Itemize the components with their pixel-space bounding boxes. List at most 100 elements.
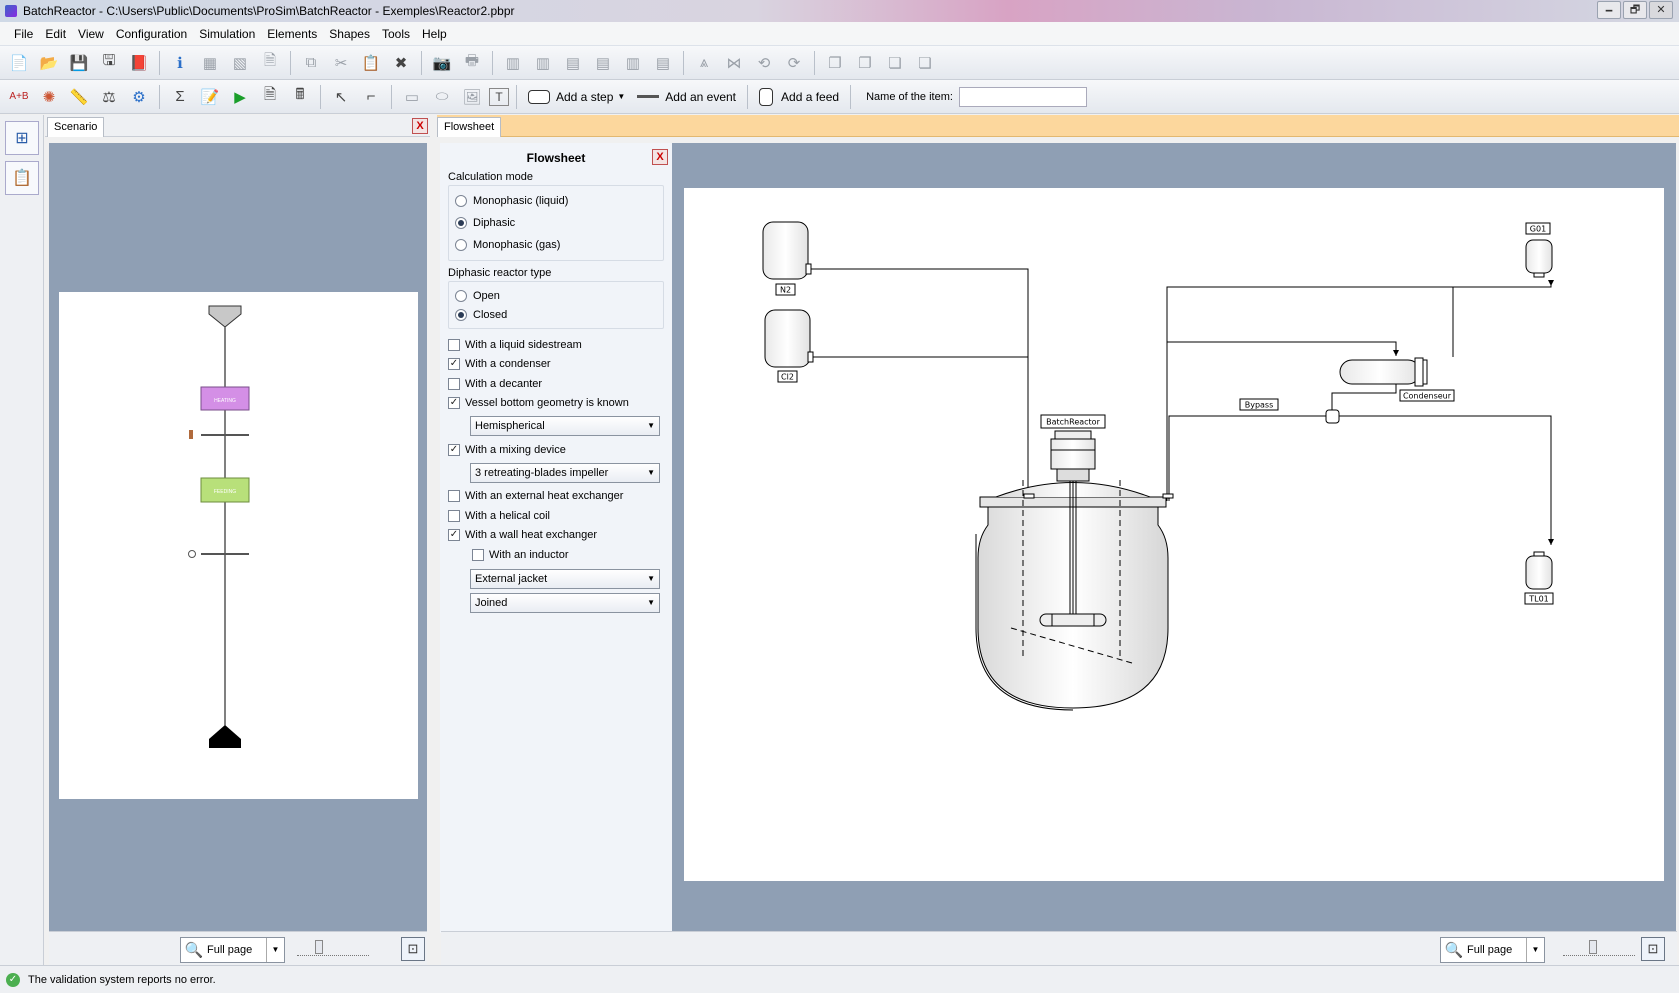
event-bar[interactable] — [201, 434, 249, 436]
flip-vertical-icon[interactable]: ⩓ — [691, 50, 717, 76]
checkbox-box[interactable] — [472, 548, 484, 561]
checkbox-box[interactable] — [448, 509, 460, 522]
check-icon[interactable]: 📝 — [197, 84, 223, 110]
radio-diphasic[interactable]: Diphasic — [455, 212, 657, 234]
info-icon[interactable]: ℹ — [167, 50, 193, 76]
item-name-input[interactable] — [958, 86, 1087, 107]
checkbox-wall-heat-exchanger[interactable]: ✓ With a wall heat exchanger — [448, 526, 672, 546]
bottom-geometry-select[interactable]: Hemispherical ▼ — [470, 416, 660, 436]
rotate-right-icon[interactable]: ⟳ — [781, 50, 807, 76]
zoom-slider-thumb[interactable] — [315, 940, 323, 954]
checkbox-box[interactable] — [448, 377, 460, 390]
compounds-icon[interactable]: A+B — [6, 84, 32, 110]
chevron-down-icon[interactable]: ▼ — [266, 938, 284, 962]
align-center-icon[interactable]: ▥ — [530, 50, 556, 76]
run-icon[interactable]: ▶ — [227, 84, 253, 110]
zoom-slider[interactable] — [1563, 940, 1635, 956]
export-icon[interactable]: 📕 — [126, 50, 152, 76]
minimize-button[interactable]: 🗕 — [1597, 1, 1621, 19]
zoom-slider[interactable] — [297, 940, 369, 956]
menu-file[interactable]: File — [8, 27, 39, 41]
checkbox-box[interactable] — [448, 490, 460, 503]
bring-forward-icon[interactable]: ❐ — [852, 50, 878, 76]
bring-front-icon[interactable]: ❐ — [822, 50, 848, 76]
flowsheet-view-icon[interactable]: ⊞ — [5, 121, 39, 155]
menu-tools[interactable]: Tools — [376, 27, 416, 41]
chevron-down-icon[interactable]: ▼ — [647, 574, 655, 583]
zoom-slider-thumb[interactable] — [1589, 940, 1597, 954]
checkbox-helical-coil[interactable]: With a helical coil — [448, 506, 672, 526]
balance-icon[interactable]: ⚖ — [96, 84, 122, 110]
impeller[interactable] — [1039, 613, 1107, 627]
thermo-icon[interactable]: ⚙ — [126, 84, 152, 110]
calculator-icon[interactable]: 🖩 — [287, 84, 313, 110]
cl2-tank[interactable] — [764, 309, 811, 368]
scenario-view-icon[interactable]: 📋 — [5, 161, 39, 195]
checkbox-box[interactable]: ✓ — [448, 397, 460, 410]
camera-icon[interactable]: 📷 — [429, 50, 455, 76]
jacket-type-select[interactable]: External jacket ▼ — [470, 568, 660, 589]
add-feed-button[interactable]: Add a feed — [759, 87, 839, 106]
checkbox-box[interactable]: ✓ — [448, 358, 460, 371]
align-bottom-icon[interactable]: ▤ — [650, 50, 676, 76]
checkbox-condenser[interactable]: ✓ With a condenser — [448, 355, 672, 375]
bypass-splitter[interactable] — [1325, 409, 1340, 424]
pointer-icon[interactable]: ↖ — [328, 84, 354, 110]
zoom-select[interactable]: 🔍 Full page ▼ — [1440, 937, 1545, 963]
chevron-down-icon[interactable]: ▼ — [617, 92, 625, 101]
send-back-icon[interactable]: ❏ — [912, 50, 938, 76]
checkbox-box[interactable]: ✓ — [448, 529, 460, 542]
radio-dot[interactable] — [455, 308, 467, 321]
properties-icon[interactable]: 🗎 — [257, 50, 283, 76]
new-file-icon[interactable]: 📄 — [6, 50, 32, 76]
tl01-tank[interactable] — [1525, 555, 1553, 590]
copy-icon[interactable]: ⧉ — [298, 50, 324, 76]
fit-to-page-icon[interactable]: ⊡ — [401, 937, 425, 961]
align-middle-icon[interactable]: ▤ — [590, 50, 616, 76]
scenario-canvas[interactable]: HEATING FEEDING — [49, 143, 427, 933]
send-backward-icon[interactable]: ❏ — [882, 50, 908, 76]
flowsheet-canvas[interactable]: N2 Cl2 G01 TL01 Condenseur Bypass BatchR… — [672, 143, 1676, 933]
checkbox-external-heat-exchanger[interactable]: With an external heat exchanger — [448, 487, 672, 507]
radio-dot[interactable] — [455, 289, 467, 302]
report-icon[interactable]: 🗎 — [257, 84, 283, 110]
delete-icon[interactable]: ✖ — [388, 50, 414, 76]
connector-icon[interactable]: ⌐ — [358, 84, 384, 110]
open-folder-icon[interactable]: 📂 — [36, 50, 62, 76]
chevron-down-icon[interactable]: ▼ — [647, 598, 655, 607]
close-button[interactable]: ✕ — [1649, 1, 1673, 19]
image-icon[interactable]: 🖼 — [459, 84, 485, 110]
group-icon[interactable]: ▦ — [197, 50, 223, 76]
add-event-button[interactable]: Add an event — [637, 90, 736, 104]
mixing-device-select[interactable]: 3 retreating-blades impeller ▼ — [470, 462, 660, 483]
close-icon[interactable]: X — [412, 118, 428, 134]
checkbox-inductor[interactable]: With an inductor — [472, 545, 672, 565]
checkbox-liquid-sidestream[interactable]: With a liquid sidestream — [448, 335, 672, 355]
radio-monophasic-liquid[interactable]: Monophasic (liquid) — [455, 190, 657, 212]
align-left-icon[interactable]: ▥ — [500, 50, 526, 76]
jacket-mode-select[interactable]: Joined ▼ — [470, 592, 660, 613]
maximize-button[interactable]: 🗗 — [1623, 1, 1647, 19]
units-icon[interactable]: 📏 — [66, 84, 92, 110]
align-right-icon[interactable]: ▥ — [620, 50, 646, 76]
menu-configuration[interactable]: Configuration — [110, 27, 193, 41]
sum-icon[interactable]: Σ — [167, 84, 193, 110]
radio-monophasic-gas[interactable]: Monophasic (gas) — [455, 234, 657, 256]
flip-horizontal-icon[interactable]: ⋈ — [721, 50, 747, 76]
menu-view[interactable]: View — [72, 27, 110, 41]
rectangle-icon[interactable]: ▭ — [399, 84, 425, 110]
menu-simulation[interactable]: Simulation — [193, 27, 261, 41]
chevron-down-icon[interactable]: ▼ — [647, 468, 655, 477]
checkbox-mixing-device[interactable]: ✓ With a mixing device — [448, 440, 672, 460]
save-as-icon[interactable]: 🖫 — [96, 50, 122, 76]
menu-shapes[interactable]: Shapes — [323, 27, 376, 41]
ungroup-icon[interactable]: ▧ — [227, 50, 253, 76]
chevron-down-icon[interactable]: ▼ — [1526, 938, 1544, 962]
event-bar[interactable] — [201, 553, 249, 555]
g01-tank[interactable] — [1525, 239, 1553, 274]
align-top-icon[interactable]: ▤ — [560, 50, 586, 76]
radio-open[interactable]: Open — [455, 286, 657, 305]
close-icon[interactable]: X — [652, 149, 668, 165]
menu-help[interactable]: Help — [416, 27, 453, 41]
checkbox-bottom-geometry[interactable]: ✓ Vessel bottom geometry is known — [448, 394, 672, 414]
